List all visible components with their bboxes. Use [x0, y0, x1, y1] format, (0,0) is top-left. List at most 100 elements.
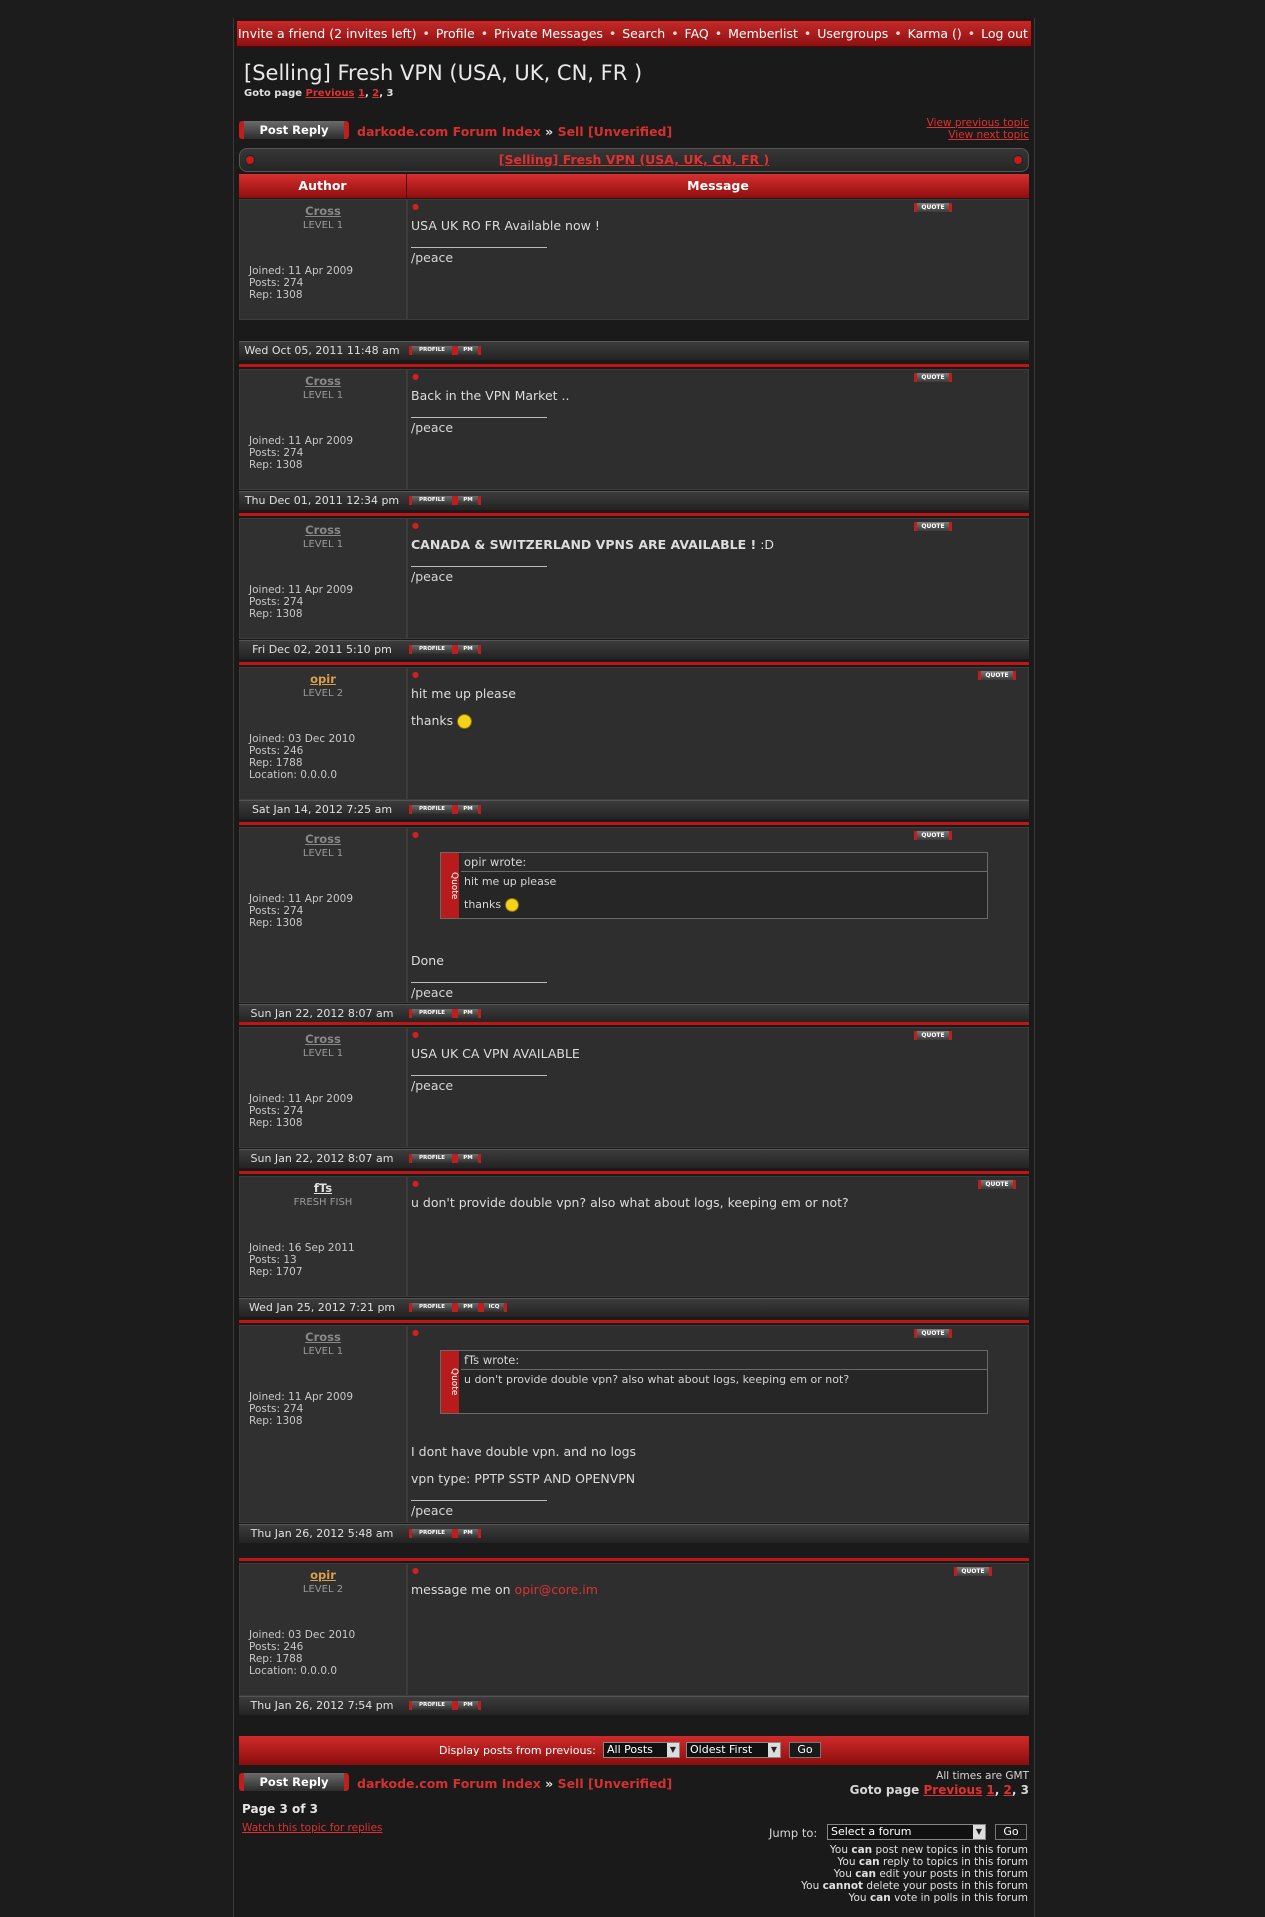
jump-to-label: Jump to:: [769, 1826, 818, 1840]
display-go-button[interactable]: Go: [789, 1742, 821, 1758]
quote-button[interactable]: QUOTE: [978, 671, 1016, 680]
watch-topic-link[interactable]: Watch this topic for replies: [242, 1822, 383, 1834]
nav-karma-link[interactable]: Karma (): [908, 26, 962, 41]
topic-title-link[interactable]: [Selling] Fresh VPN (USA, UK, CN, FR ): [499, 152, 769, 167]
signature: /peace: [411, 420, 454, 435]
forum-link[interactable]: Sell [Unverified]: [558, 1776, 673, 1791]
nav-usergroups-link[interactable]: Usergroups: [817, 26, 888, 41]
author-info: Joined: 16 Sep 2011 Posts: 13 Rep: 1707: [249, 1242, 355, 1278]
post-date: Thu Jan 26, 2012 5:48 am: [250, 1527, 394, 1540]
page-2-link[interactable]: 2: [1004, 1783, 1012, 1797]
quote-button[interactable]: QUOTE: [954, 1567, 992, 1576]
goto-page-top: Goto page Previous 1, 2, 3: [244, 88, 394, 99]
author-rank: LEVEL 1: [302, 1048, 344, 1059]
author-cell: Cross LEVEL 1 Joined: 11 Apr 2009 Posts:…: [239, 199, 407, 320]
profile-button[interactable]: PROFILE: [409, 1701, 455, 1710]
quote-button[interactable]: QUOTE: [914, 1031, 952, 1040]
message-cell: ● QUOTE hit me up please thanks: [407, 667, 1029, 800]
nav-faq-link[interactable]: FAQ: [685, 26, 709, 41]
signature: /peace: [411, 1503, 454, 1518]
quote-button[interactable]: QUOTE: [914, 831, 952, 840]
quote-button[interactable]: QUOTE: [914, 1329, 952, 1338]
forum-index-link[interactable]: darkode.com Forum Index: [357, 124, 541, 139]
quote-button[interactable]: QUOTE: [914, 203, 952, 212]
post: Cross LEVEL 1 Joined: 11 Apr 2009 Posts:…: [239, 807, 1029, 1023]
post-text: Back in the VPN Market ..: [411, 388, 570, 403]
nav-private-messages-link[interactable]: Private Messages: [494, 26, 603, 41]
post: opir LEVEL 2 Joined: 03 Dec 2010 Posts: …: [239, 1543, 1029, 1723]
quote-button[interactable]: QUOTE: [914, 373, 952, 382]
pm-button[interactable]: PM: [455, 1701, 481, 1710]
post: Cross LEVEL 1 Joined: 11 Apr 2009 Posts:…: [239, 349, 1029, 510]
nav-profile-link[interactable]: Profile: [436, 26, 475, 41]
quote-button[interactable]: QUOTE: [978, 1180, 1016, 1189]
quote-button[interactable]: QUOTE: [914, 522, 952, 531]
jump-go-button[interactable]: Go: [995, 1824, 1027, 1840]
forum-link[interactable]: Sell [Unverified]: [558, 124, 673, 139]
author-info: Joined: 03 Dec 2010 Posts: 246 Rep: 1788…: [249, 733, 356, 781]
breadcrumb: darkode.com Forum Index » Sell [Unverifi…: [357, 124, 673, 139]
posts-range-select[interactable]: All Posts ▼: [603, 1742, 680, 1758]
author-name[interactable]: Cross: [240, 1330, 406, 1344]
forum-index-link[interactable]: darkode.com Forum Index: [357, 1776, 541, 1791]
profile-button[interactable]: PROFILE: [409, 1529, 455, 1538]
author-cell: Cross LEVEL 1 Joined: 11 Apr 2009 Posts:…: [239, 518, 407, 639]
previous-page-link[interactable]: Previous: [924, 1783, 983, 1797]
page-container: Invite a friend (2 invites left) • Profi…: [233, 18, 1035, 1917]
goto-page-bottom: Goto page Previous 1, 2, 3: [849, 1783, 1029, 1797]
post-footer: Thu Jan 26, 2012 7:54 pm PROFILE PM: [239, 1696, 1029, 1715]
post-reply-button-bottom[interactable]: Post Reply: [239, 1773, 349, 1791]
message-column-header: Message: [687, 178, 749, 193]
post-text: CANADA & SWITZERLAND VPNS ARE AVAILABLE …: [411, 537, 775, 552]
nav-memberlist-link[interactable]: Memberlist: [728, 26, 798, 41]
page-1-link[interactable]: 1: [986, 1783, 994, 1797]
post-marker-icon: ●: [412, 1328, 419, 1337]
post-text-2: vpn type: PPTP SSTP AND OPENVPN: [411, 1471, 636, 1486]
nav-search-link[interactable]: Search: [622, 26, 665, 41]
author-rank: LEVEL 1: [302, 539, 344, 550]
quote-block: Quote fTs wrote: u don't provide double …: [440, 1350, 988, 1414]
author-name[interactable]: Cross: [240, 374, 406, 388]
author-info: Joined: 11 Apr 2009 Posts: 274 Rep: 1308: [249, 584, 354, 620]
author-name[interactable]: opir: [240, 672, 406, 686]
current-page: 3: [1020, 1783, 1029, 1797]
smile-icon: [504, 898, 519, 912]
sort-order-select[interactable]: Oldest First ▼: [686, 1742, 781, 1758]
author-name[interactable]: Cross: [240, 523, 406, 537]
jump-to-select[interactable]: Select a forum ▼: [827, 1824, 986, 1840]
author-name[interactable]: Cross: [240, 204, 406, 218]
author-rank: LEVEL 2: [302, 1584, 344, 1595]
post-text: USA UK CA VPN AVAILABLE: [411, 1046, 580, 1061]
author-rank: FRESH FISH: [293, 1197, 353, 1208]
page-title: [Selling] Fresh VPN (USA, UK, CN, FR ): [244, 61, 643, 85]
message-cell: ● QUOTE USA UK RO FR Available now ! /pe…: [407, 199, 1029, 320]
page-2-link[interactable]: 2: [372, 88, 379, 99]
post-reply-button[interactable]: Post Reply: [239, 121, 349, 139]
post-marker-icon: ●: [412, 202, 419, 211]
view-previous-topic-link[interactable]: View previous topic: [927, 117, 1029, 129]
signature-divider: [411, 1500, 547, 1501]
page-count: Page 3 of 3: [242, 1802, 318, 1816]
pm-button[interactable]: PM: [455, 1529, 481, 1538]
message-cell: ● QUOTE Quote fTs wrote: u don't provide…: [407, 1325, 1029, 1523]
quote-author: opir wrote:: [461, 853, 987, 872]
author-cell: Cross LEVEL 1 Joined: 11 Apr 2009 Posts:…: [239, 1325, 407, 1523]
smile-icon: [457, 714, 473, 729]
author-cell: opir LEVEL 2 Joined: 03 Dec 2010 Posts: …: [239, 1563, 407, 1696]
email-link[interactable]: opir@core.im: [515, 1582, 598, 1597]
nav-invite-link[interactable]: Invite a friend (2 invites left): [238, 26, 416, 41]
permission-vote: You can vote in polls in this forum: [848, 1892, 1028, 1904]
author-name[interactable]: opir: [240, 1568, 406, 1582]
view-next-topic-link[interactable]: View next topic: [948, 129, 1029, 141]
nav-logout-link[interactable]: Log out [ Nassef ]: [981, 26, 1031, 41]
author-name[interactable]: Cross: [240, 832, 406, 846]
chevron-down-icon: ▼: [768, 1743, 780, 1757]
author-cell: Cross LEVEL 1 Joined: 11 Apr 2009 Posts:…: [239, 369, 407, 490]
previous-page-link[interactable]: Previous: [306, 88, 355, 99]
author-name[interactable]: Cross: [240, 1032, 406, 1046]
chevron-down-icon: ▼: [973, 1825, 985, 1839]
page-1-link[interactable]: 1: [358, 88, 365, 99]
author-name[interactable]: fTs: [240, 1181, 406, 1195]
permission-delete: You cannot delete your posts in this for…: [801, 1880, 1028, 1892]
current-page: 3: [386, 88, 394, 99]
